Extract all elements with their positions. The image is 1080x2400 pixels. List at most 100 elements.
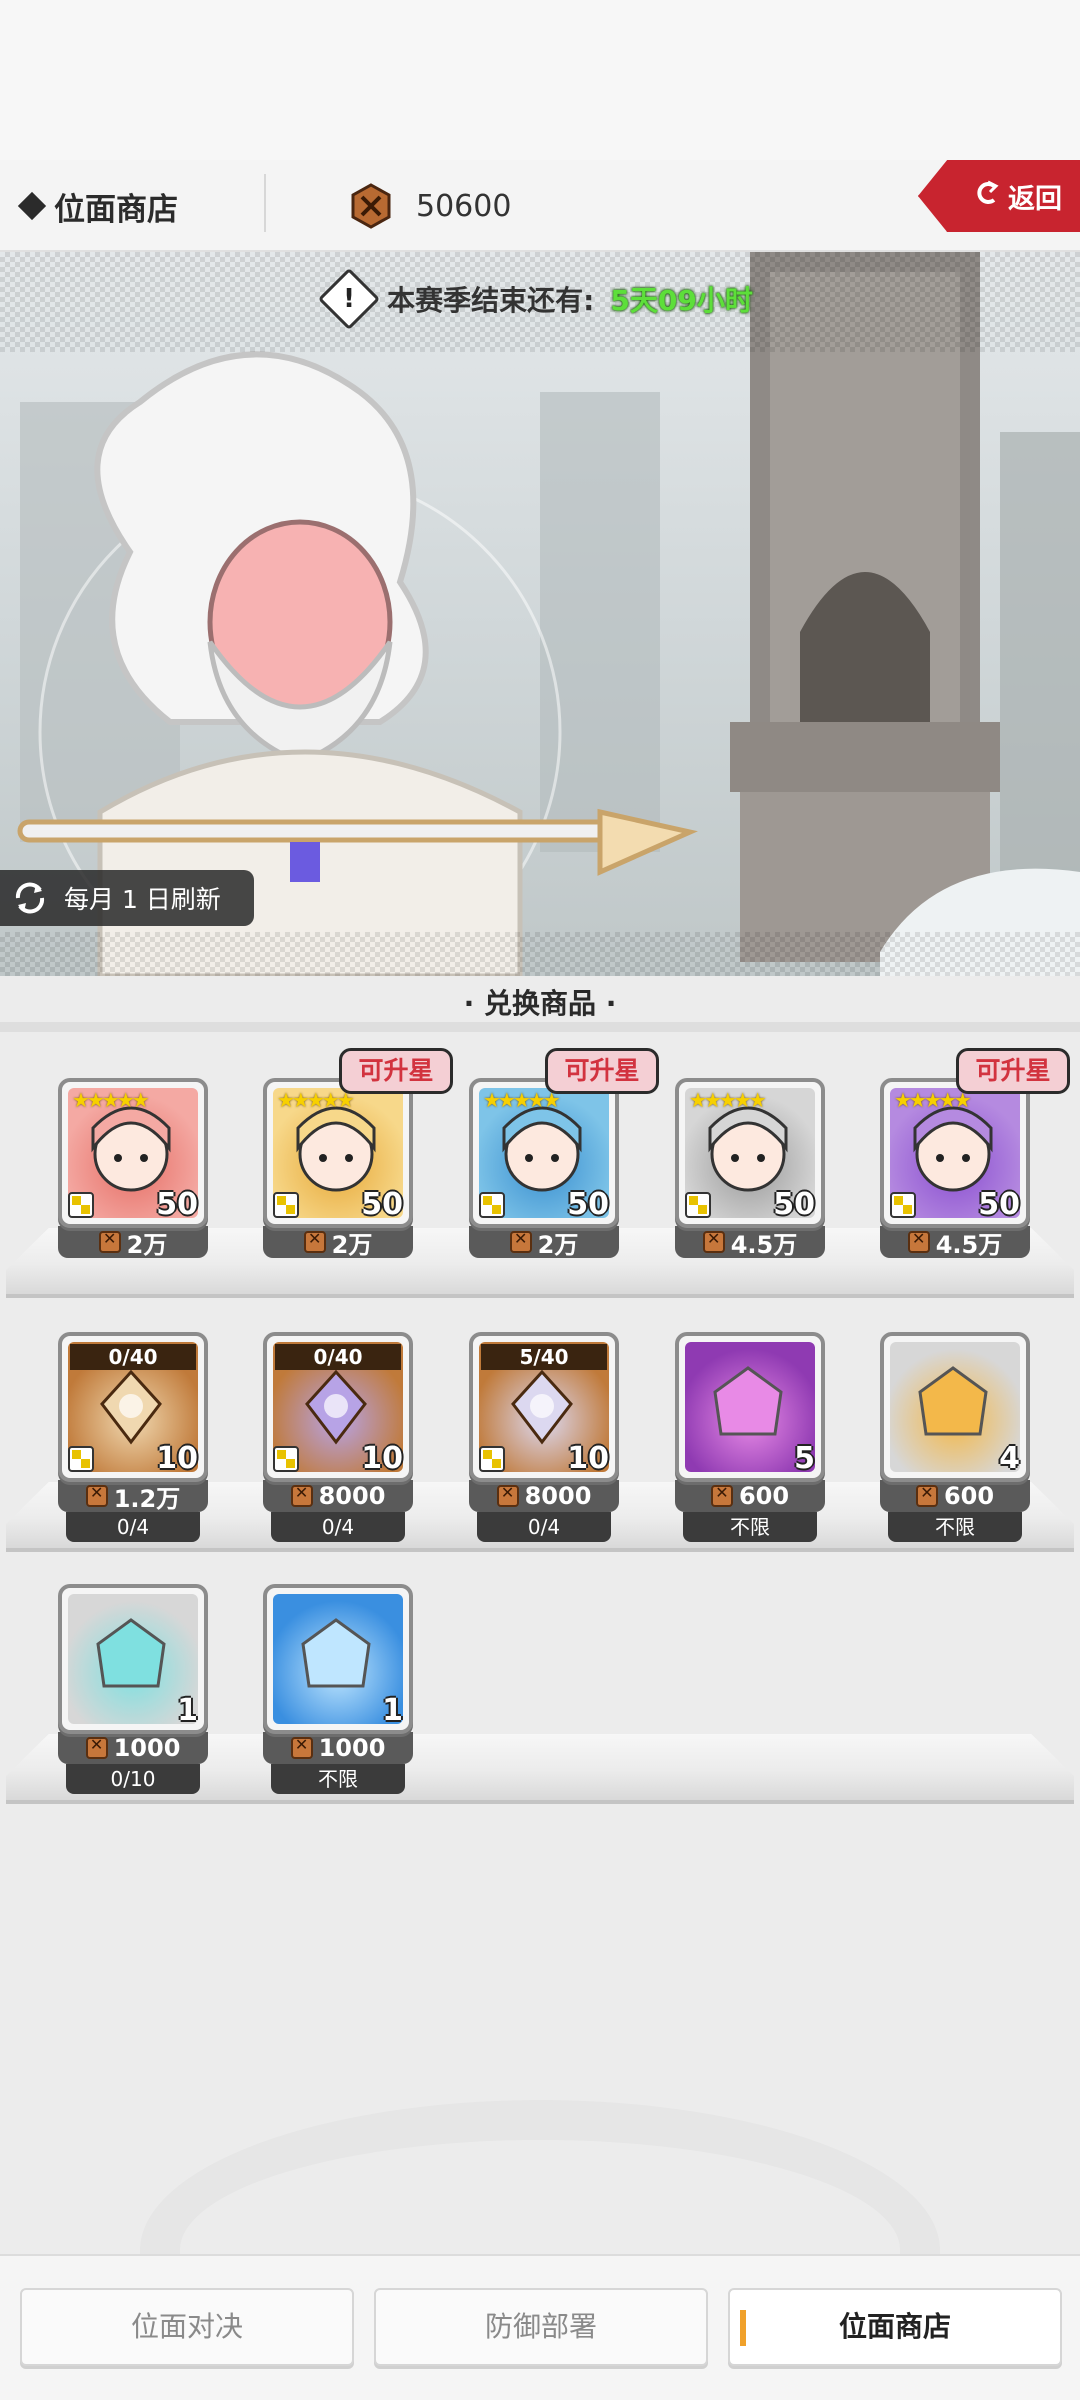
hero-banner: 本赛季结束还有: 5天09小时 每月 1 日刷新 [0,252,1080,976]
star-rating: ★★★★★ [689,1088,767,1112]
item-price-value: 2万 [537,1230,579,1259]
item-price: 600 [675,1480,825,1512]
item-card[interactable]: 5/40 10 [469,1332,619,1482]
item-price-value: 1000 [318,1734,386,1762]
item-quantity: 4 [999,1441,1020,1476]
upgradable-badge: 可升星 [339,1048,453,1094]
warning-icon [318,267,381,331]
star-rating: ★★★★★ [894,1088,972,1112]
item-card[interactable]: ★★★★★ 50 [263,1078,413,1228]
plane-coin-icon [907,1229,930,1253]
item-quantity: 1 [177,1693,198,1728]
shop-item[interactable]: 1 1000不限 [263,1584,413,1794]
tab-defense-deploy[interactable]: 防御部署 [374,2288,708,2366]
item-card[interactable]: ★★★★★ 50 [58,1078,208,1228]
bottom-nav: 位面对决 防御部署 位面商店 [0,2254,1080,2400]
plane-coin-icon [702,1229,725,1253]
item-price-value: 600 [943,1482,995,1510]
collect-progress: 0/40 [70,1344,196,1370]
refresh-notice: 每月 1 日刷新 [0,870,254,926]
currency-display: 50600 [350,176,511,236]
collect-progress: 5/40 [481,1344,607,1370]
section-title: · 兑换商品 · [0,976,1080,1032]
shop-item[interactable]: 5/40 10 80000/4 [469,1332,619,1542]
shop-item[interactable]: ★★★★★ 50 4.5万 [675,1078,825,1259]
shop-item[interactable]: ★★★★★ 50 可升星 2万 [469,1048,659,1259]
season-time: 5天09小时 [610,284,753,317]
item-price: 1000 [263,1732,413,1764]
item-card[interactable]: ★★★★★ 50 [675,1078,825,1228]
upgradable-badge: 可升星 [545,1048,659,1094]
star-rating: ★★★★★ [277,1088,355,1112]
item-price-value: 2万 [126,1230,168,1259]
shop-item[interactable]: 0/40 10 80000/4 [263,1332,413,1542]
plane-coin-icon [290,1735,313,1759]
item-quantity: 10 [156,1441,198,1476]
shop-item[interactable]: ★★★★★ 50 2万 [58,1078,208,1259]
shop-item[interactable]: 0/40 10 1.2万0/4 [58,1332,208,1542]
plane-coin-icon [509,1229,532,1253]
tab-plane-duel[interactable]: 位面对决 [20,2288,354,2366]
banner-art [17,252,1080,976]
header-divider [264,174,266,232]
item-card[interactable]: 0/40 10 [58,1332,208,1482]
tab-plane-shop[interactable]: 位面商店 [728,2288,1062,2366]
shop-item[interactable]: ★★★★★ 50 可升星 4.5万 [880,1048,1070,1259]
item-price: 2万 [58,1226,208,1259]
item-price: 600 [880,1480,1030,1512]
item-card[interactable]: 4 [880,1332,1030,1482]
item-card[interactable]: ★★★★★ 50 [880,1078,1030,1228]
collect-progress: 0/40 [275,1344,401,1370]
item-card[interactable]: ★★★★★ 50 [469,1078,619,1228]
page-title: 位面商店 [17,182,178,230]
item-price-value: 4.5万 [730,1230,798,1259]
item-quantity: 50 [567,1187,609,1222]
shop-item[interactable]: 4600不限 [880,1332,1030,1542]
item-card[interactable]: 1 [58,1584,208,1734]
item-price-value: 600 [738,1482,790,1510]
back-arrow-icon [974,180,1000,213]
purchase-limit: 0/4 [477,1512,611,1542]
fragment-icon [479,1192,505,1218]
item-price: 8000 [469,1480,619,1512]
shop-item[interactable]: 1 10000/10 [58,1584,208,1794]
item-quantity: 50 [978,1187,1020,1222]
item-price: 1.2万 [58,1480,208,1513]
plane-coin-icon [496,1483,519,1507]
purchase-limit: 0/4 [271,1512,405,1542]
item-card[interactable]: 1 [263,1584,413,1734]
purchase-limit: 不限 [683,1512,817,1542]
item-price: 1000 [58,1732,208,1764]
plane-coin-icon [915,1483,938,1507]
purchase-limit: 不限 [271,1764,405,1794]
item-price-value: 1000 [113,1734,181,1762]
item-price-value: 2万 [331,1230,373,1259]
plane-coin-icon [350,183,392,229]
fragment-icon [68,1446,94,1472]
item-price: 4.5万 [675,1226,825,1259]
plane-coin-icon [85,1735,108,1759]
item-price-value: 1.2万 [113,1484,181,1513]
shop-header: 位面商店 50600 返回 [0,160,1080,252]
item-card[interactable]: 0/40 10 [263,1332,413,1482]
material-icon [301,1618,371,1688]
season-countdown: 本赛季结束还有: 5天09小时 [0,267,1080,331]
banner-bottom-pattern [0,932,1080,976]
item-price-value: 8000 [524,1482,592,1510]
currency-amount: 50600 [416,188,512,224]
star-rating: ★★★★★ [483,1088,561,1112]
item-quantity: 5 [794,1441,815,1476]
back-button[interactable]: 返回 [918,160,1080,232]
shop-item[interactable]: 5600不限 [675,1332,825,1542]
plane-coin-icon [290,1483,313,1507]
plane-coin-icon [98,1229,121,1253]
diamond-icon [17,191,47,221]
back-label: 返回 [1008,183,1062,215]
fragment-icon [273,1192,299,1218]
material-icon [96,1618,166,1688]
item-card[interactable]: 5 [675,1332,825,1482]
refresh-label: 每月 1 日刷新 [64,885,221,914]
item-quantity: 1 [382,1693,403,1728]
shop-item[interactable]: ★★★★★ 50 可升星 2万 [263,1048,453,1259]
item-quantity: 50 [361,1187,403,1222]
